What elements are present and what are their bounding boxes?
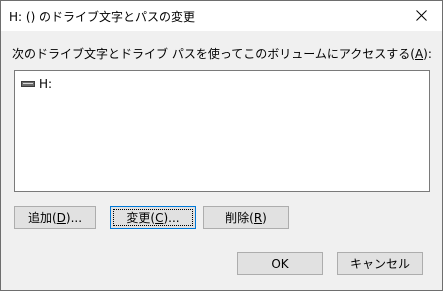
change-button[interactable]: 変更(C)... — [110, 206, 196, 229]
list-item-label: H: — [39, 77, 53, 91]
prompt-text: 次のドライブ文字とドライブ パスを使ってこのボリュームにアクセスする( — [12, 47, 415, 61]
ok-button[interactable]: OK — [237, 252, 323, 275]
change-button-label: 変更( — [126, 211, 156, 225]
title-bar: H: () のドライブ文字とパスの変更 — [1, 1, 442, 31]
remove-button[interactable]: 削除(R) — [203, 206, 289, 229]
access-prompt-label: 次のドライブ文字とドライブ パスを使ってこのボリュームにアクセスする(A): — [12, 45, 432, 62]
dialog-title: H: () のドライブ文字とパスの変更 — [9, 10, 196, 24]
remove-button-mnemonic: R — [253, 210, 263, 225]
cancel-button-label: キャンセル — [349, 257, 410, 271]
list-item[interactable]: H: — [21, 76, 52, 92]
ok-button-label: OK — [271, 256, 289, 271]
add-button-label: 追加( — [27, 211, 57, 225]
prompt-mnemonic: A — [414, 47, 424, 61]
add-button[interactable]: 追加(D)... — [14, 206, 96, 229]
remove-button-suffix: ) — [262, 210, 267, 225]
remove-button-label: 削除( — [225, 211, 254, 225]
drive-icon — [21, 80, 35, 88]
change-button-mnemonic: C — [155, 210, 164, 225]
cancel-button[interactable]: キャンセル — [337, 252, 423, 275]
add-button-mnemonic: D — [56, 210, 66, 225]
change-button-suffix: )... — [163, 210, 180, 225]
close-icon — [416, 10, 427, 21]
drive-path-list[interactable]: H: — [14, 70, 430, 192]
prompt-suffix: ): — [423, 47, 432, 61]
close-button[interactable] — [402, 1, 442, 31]
add-button-suffix: )... — [65, 210, 83, 225]
change-drive-letter-dialog: H: () のドライブ文字とパスの変更 次のドライブ文字とドライブ パスを使って… — [0, 0, 443, 291]
